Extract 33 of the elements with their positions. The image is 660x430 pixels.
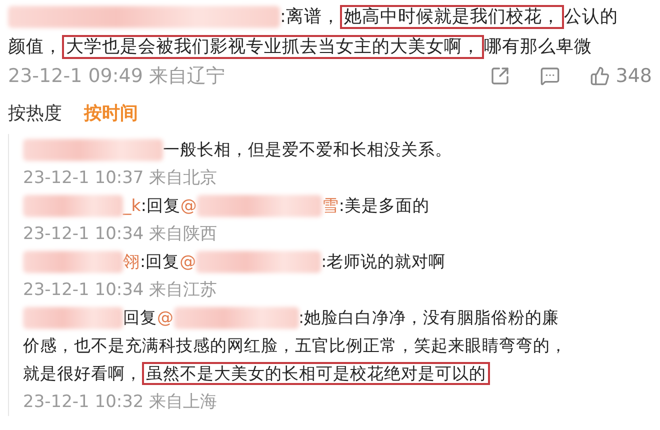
user-name[interactable]: @ — [157, 308, 174, 327]
user-name[interactable]: @ — [180, 196, 197, 215]
reply-time: 23-12-1 10:37 来自北京 — [23, 168, 218, 188]
comment-time: 23-12-1 09:49 来自辽宁 — [8, 64, 225, 89]
share-icon[interactable] — [490, 66, 510, 86]
reply-time: 23-12-1 10:34 来自陕西 — [23, 224, 218, 244]
highlighted-text: 大学也是会被我们影视专业抓去当女主的大美女啊， — [62, 35, 484, 59]
comment-text: :回复 — [140, 252, 180, 271]
comment-text: 就是很好看啊， — [23, 364, 142, 383]
comment-text: 颜值， — [8, 37, 62, 57]
comment-text: :她脸白白净净，没有胭脂俗粉的廉 — [298, 308, 560, 327]
like-button[interactable]: 348 — [590, 65, 652, 87]
thumbs-up-icon — [590, 66, 610, 86]
sort-tab[interactable]: 按时间 — [84, 100, 138, 128]
comment-text: 价感，也不是充满科技感的网红脸，五官比例正常，笑起来眼睛弯弯的， — [23, 336, 567, 355]
comment-text: :老师说的就对啊 — [321, 252, 446, 271]
comment-text: :美是多面的 — [338, 196, 430, 215]
comment-text: :回复 — [140, 196, 180, 215]
comment-text: 一般长相，但是爱不爱和长相没关系。 — [163, 140, 452, 159]
comment-text: :离谱， — [280, 7, 340, 27]
user-name[interactable]: 雪 — [322, 196, 339, 215]
sort-tab[interactable]: 按热度 — [8, 100, 62, 128]
reply-time: 23-12-1 10:34 来自江苏 — [23, 280, 218, 300]
highlighted-text: 虽然不是大美女的长相可是校花绝对是可以的 — [142, 362, 490, 385]
user-name[interactable]: 翎 — [123, 252, 140, 271]
user-name[interactable]: _k — [123, 196, 141, 215]
user-name[interactable]: @ — [180, 252, 196, 271]
comment-text: 公认的 — [564, 7, 618, 27]
comment-icon[interactable] — [540, 66, 560, 86]
highlighted-text: 她高中时候就是我们校花， — [340, 5, 564, 29]
reply-time: 23-12-1 10:32 来自上海 — [23, 392, 218, 412]
comment-text: 哪有那么卑微 — [484, 37, 592, 57]
comment-text: 回复 — [123, 308, 157, 327]
